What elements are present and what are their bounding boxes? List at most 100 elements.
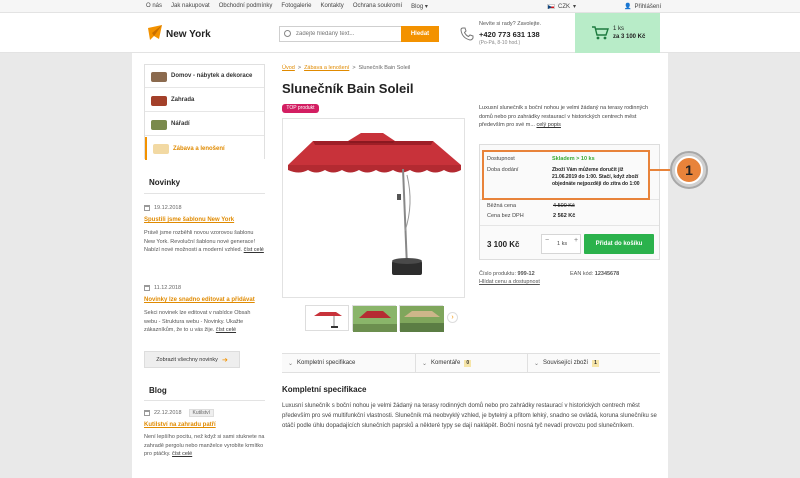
sofa-icon	[151, 72, 167, 82]
callout-badge: 1	[670, 151, 708, 189]
cart-count: 1 ks	[613, 26, 625, 32]
news-text: Sekci novinek lze editovat v nabídce Obs…	[144, 309, 265, 335]
calendar-icon	[144, 285, 150, 291]
top-nav-kontakty[interactable]: Kontakty	[320, 3, 343, 10]
ean-value: 12345678	[594, 271, 620, 277]
quantity-input[interactable]: 1 ks	[557, 241, 567, 247]
regular-price-value: 4 500 Kč	[553, 203, 575, 209]
quantity-stepper[interactable]: − 1 ks +	[541, 234, 581, 254]
news-date-row: 19.12.2018	[144, 205, 265, 211]
search-button[interactable]: Hledat	[401, 26, 439, 42]
ean-code: EAN kód: 12345678	[570, 271, 619, 277]
cart-total: za 3 100 Kč	[613, 34, 646, 40]
category-item-domov[interactable]: Domov - nábytek a dekorace	[145, 65, 264, 88]
product-title: Slunečník Bain Soleil	[282, 81, 414, 96]
currency-label: CZK	[558, 3, 570, 10]
thumbnail-image	[400, 306, 444, 332]
product-code-value: 999-12	[517, 271, 535, 277]
top-nav-ochrana-soukromi[interactable]: Ochrana soukromí	[353, 3, 402, 10]
delivery-value: Zboží Vám můžeme doručit již 21.06.2019 …	[552, 167, 640, 187]
tab-count: 0	[464, 359, 472, 367]
top-nav-fotogalerie[interactable]: Fotogalerie	[281, 3, 311, 10]
tab-label: Komentáře	[431, 360, 461, 366]
blog-tag[interactable]: Kutilství	[188, 409, 215, 417]
short-description-text: Luxusní slunečník s boční nohou je velmi…	[479, 105, 649, 128]
tab-label: Kompletní specifikace	[297, 360, 356, 366]
thumbnails-next-arrow-icon[interactable]: ›	[447, 312, 458, 323]
quantity-increase-button[interactable]: +	[574, 237, 578, 244]
calendar-icon	[144, 410, 150, 416]
garden-tools-icon	[151, 96, 167, 106]
category-item-zabava[interactable]: Zábava a lenošení	[145, 137, 264, 160]
phone-contact: Nevíte si rady? Zavolejte. +420 773 631 …	[460, 21, 560, 47]
product-main-image[interactable]	[282, 118, 465, 298]
currency-selector[interactable]: CZK ▾	[547, 3, 576, 10]
price-without-vat-value: 2 562 Kč	[553, 213, 576, 219]
cart-button[interactable]: 1 ks za 3 100 Kč	[575, 13, 660, 53]
logo-icon	[148, 25, 162, 40]
category-label: Nářadí	[171, 121, 190, 127]
chevron-down-icon: ⌄	[422, 360, 428, 367]
ean-label: EAN kód:	[570, 271, 594, 277]
tab-label: Související zboží	[543, 360, 589, 366]
tab-specification[interactable]: ⌄ Kompletní specifikace	[282, 354, 416, 372]
availability-label: Dostupnost	[487, 156, 515, 162]
tab-comments[interactable]: ⌄ Komentáře 0	[416, 354, 528, 372]
quantity-unit: ks	[561, 241, 568, 247]
chevron-down-icon: ▾	[573, 4, 577, 10]
watch-price-link[interactable]: Hlídat cenu a dostupnost	[479, 279, 540, 285]
product-thumbnail[interactable]	[399, 305, 444, 332]
regular-price-label: Běžná cena	[487, 203, 517, 209]
callout-number: 1	[675, 156, 703, 184]
news-date: 19.12.2018	[154, 205, 182, 211]
arrow-right-icon: ➔	[221, 356, 228, 364]
phone-hours: (Po-Pá, 8-10 hod.)	[479, 40, 521, 46]
read-more-link[interactable]: číst celé	[172, 451, 192, 457]
product-thumbnail[interactable]	[352, 305, 397, 332]
blog-text: Není lepšího pocitu, než když si sami st…	[144, 433, 265, 459]
blog-item: 22.12.2018 Kutilství Kutilství na zahradu…	[144, 409, 265, 459]
top-nav-blog[interactable]: Blog ▾	[411, 3, 428, 10]
search-input[interactable]	[279, 26, 401, 42]
category-label: Domov - nábytek a dekorace	[171, 73, 253, 79]
top-nav-o-nas[interactable]: O nás	[146, 3, 162, 10]
quantity-value: 1	[557, 241, 561, 247]
blog-date: 22.12.2018	[154, 410, 182, 416]
top-nav-jak-nakupovat[interactable]: Jak nakupovat	[171, 3, 210, 10]
delivery-label: Doba dodání	[487, 167, 519, 173]
news-title-link[interactable]: Spustili jsme šablonu New York	[144, 217, 265, 223]
read-more-link[interactable]: číst celé	[216, 327, 236, 333]
show-all-news-button[interactable]: Zobrazit všechny novinky ➔	[144, 351, 240, 368]
user-icon: 👤	[624, 4, 632, 10]
blog-title-link[interactable]: Kutilství na zahradu patří	[144, 422, 265, 428]
category-item-naradi[interactable]: Nářadí	[145, 113, 264, 136]
availability-highlight: Dostupnost Skladem > 10 ks Doba dodání Z…	[482, 150, 650, 200]
tools-icon	[151, 120, 167, 130]
specification-text: Luxusní slunečník s boční nohou je velmi…	[282, 403, 657, 429]
logo-text: New York	[166, 29, 211, 40]
add-to-cart-button[interactable]: Přidat do košíku	[584, 234, 654, 254]
logo[interactable]: New York	[146, 20, 216, 48]
thumbnail-image	[314, 312, 342, 328]
news-title-link[interactable]: Novinky lze snadno editovat a přidávat	[144, 297, 265, 303]
read-more-link[interactable]: číst celé	[244, 247, 264, 253]
news-date-row: 11.12.2018	[144, 285, 265, 291]
quantity-decrease-button[interactable]: −	[545, 237, 549, 244]
full-description-link[interactable]: celý popis	[536, 122, 560, 128]
news-text: Právě jsme rozběhli novou vzorovou šablo…	[144, 229, 265, 255]
product-code-label: Číslo produktu:	[479, 271, 516, 277]
tab-related[interactable]: ⌄ Související zboží 1	[528, 354, 658, 372]
breadcrumb-category[interactable]: Zábava a lenošení	[304, 65, 349, 71]
breadcrumb-separator: >	[352, 65, 356, 71]
top-nav-obchodni-podminky[interactable]: Obchodní podmínky	[219, 3, 273, 10]
category-menu: Domov - nábytek a dekorace Zahrada Nářad…	[144, 64, 265, 160]
divider	[480, 225, 659, 226]
category-item-zahrada[interactable]: Zahrada	[145, 89, 264, 112]
availability-value: Skladem > 10 ks	[552, 156, 595, 162]
phone-number[interactable]: +420 773 631 138	[479, 30, 540, 39]
price-without-vat-label: Cena bez DPH	[487, 213, 524, 219]
product-thumbnail[interactable]	[305, 305, 349, 331]
login-link[interactable]: 👤 Přihlášení	[624, 3, 661, 11]
news-item: 19.12.2018 Spustili jsme šablonu New Yor…	[144, 205, 265, 255]
breadcrumb-home[interactable]: Úvod	[282, 65, 295, 71]
